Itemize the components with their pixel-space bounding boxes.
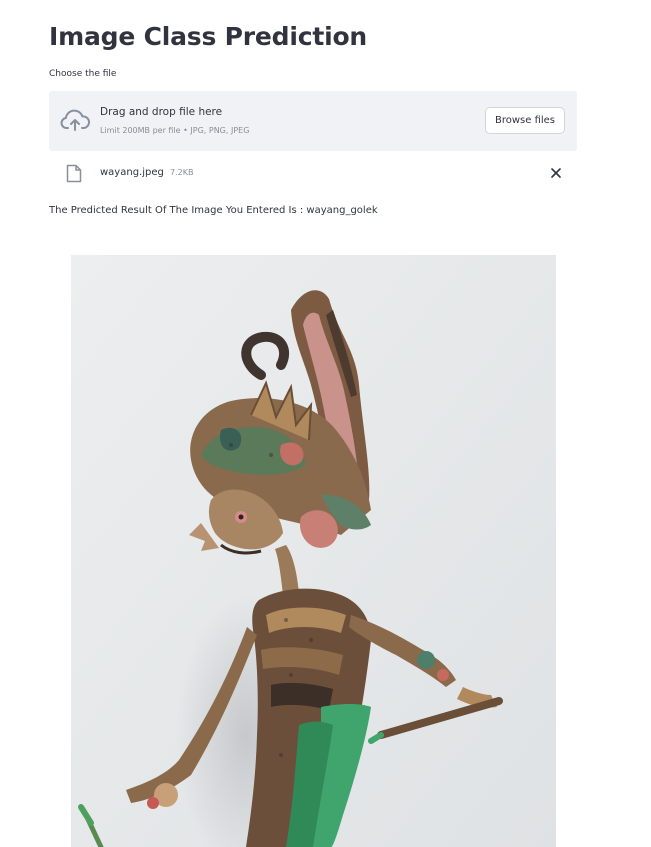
dropzone-limit-text: Limit 200MB per file • JPG, PNG, JPEG bbox=[100, 126, 250, 135]
uploaded-file-size: 7.2KB bbox=[170, 168, 194, 177]
dropzone-instructions: Drag and drop file here bbox=[100, 106, 223, 118]
uploaded-image-preview bbox=[71, 255, 556, 847]
browse-files-button[interactable]: Browse files bbox=[485, 107, 565, 134]
file-icon bbox=[66, 164, 82, 183]
cloud-upload-icon bbox=[60, 109, 90, 131]
remove-file-button[interactable] bbox=[547, 164, 565, 182]
app-page: Image Class Prediction Choose the file D… bbox=[0, 0, 651, 847]
file-dropzone[interactable]: Drag and drop file here Limit 200MB per … bbox=[49, 91, 577, 151]
page-title: Image Class Prediction bbox=[49, 22, 368, 51]
uploaded-file-item: wayang.jpeg 7.2KB bbox=[49, 160, 577, 186]
prediction-result-text: The Predicted Result Of The Image You En… bbox=[49, 205, 378, 216]
uploaded-file-name: wayang.jpeg bbox=[100, 167, 164, 178]
close-icon bbox=[551, 168, 561, 178]
file-uploader-label: Choose the file bbox=[49, 69, 117, 79]
wayang-puppet-image bbox=[71, 255, 556, 847]
